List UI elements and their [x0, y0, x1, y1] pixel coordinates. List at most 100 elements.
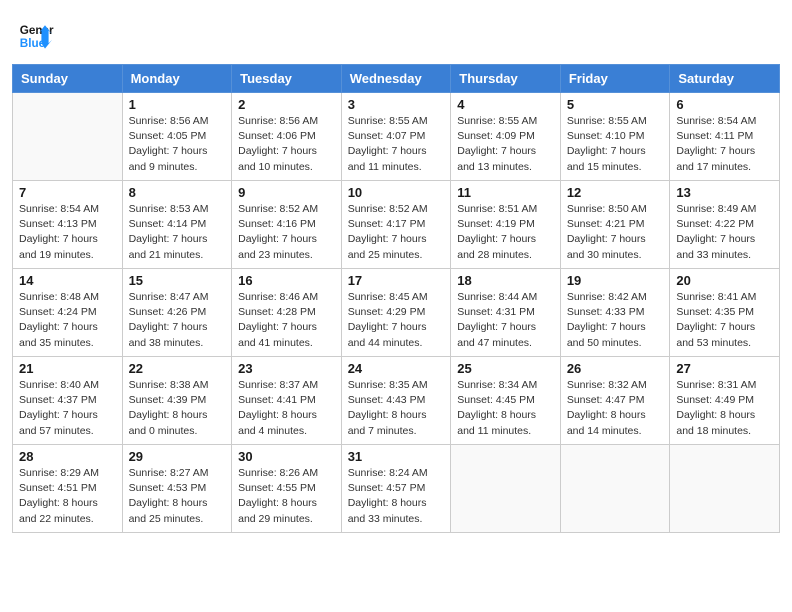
- day-info: Sunrise: 8:29 AMSunset: 4:51 PMDaylight:…: [19, 466, 116, 527]
- day-info: Sunrise: 8:31 AMSunset: 4:49 PMDaylight:…: [676, 378, 773, 439]
- day-info: Sunrise: 8:56 AMSunset: 4:06 PMDaylight:…: [238, 114, 335, 175]
- column-header-saturday: Saturday: [670, 65, 780, 93]
- day-info: Sunrise: 8:34 AMSunset: 4:45 PMDaylight:…: [457, 378, 554, 439]
- day-number: 2: [238, 97, 335, 112]
- day-number: 11: [457, 185, 554, 200]
- day-info: Sunrise: 8:54 AMSunset: 4:13 PMDaylight:…: [19, 202, 116, 263]
- day-number: 30: [238, 449, 335, 464]
- calendar-day-cell: 18 Sunrise: 8:44 AMSunset: 4:31 PMDayligh…: [451, 269, 561, 357]
- calendar-empty-cell: [13, 93, 123, 181]
- page-header: General Blue: [0, 0, 792, 64]
- day-number: 25: [457, 361, 554, 376]
- day-number: 17: [348, 273, 445, 288]
- day-number: 28: [19, 449, 116, 464]
- day-info: Sunrise: 8:37 AMSunset: 4:41 PMDaylight:…: [238, 378, 335, 439]
- day-info: Sunrise: 8:55 AMSunset: 4:07 PMDaylight:…: [348, 114, 445, 175]
- calendar-day-cell: 16Sunrise: 8:46 AMSunset: 4:28 PMDayligh…: [232, 269, 342, 357]
- day-number: 14: [19, 273, 116, 288]
- day-number: 1: [129, 97, 226, 112]
- day-info: Sunrise: 8:24 AMSunset: 4:57 PMDaylight:…: [348, 466, 445, 527]
- day-info: Sunrise: 8:55 AMSunset: 4:09 PMDaylight:…: [457, 114, 554, 175]
- calendar-day-cell: 23 Sunrise: 8:37 AMSunset: 4:41 PMDayligh…: [232, 357, 342, 445]
- day-info: Sunrise: 8:41 AMSunset: 4:35 PMDaylight:…: [676, 290, 773, 351]
- day-info: Sunrise: 8:51 AMSunset: 4:19 PMDaylight:…: [457, 202, 554, 263]
- day-number: 31: [348, 449, 445, 464]
- day-number: 5: [567, 97, 664, 112]
- calendar-day-cell: 4 Sunrise: 8:55 AMSunset: 4:09 PMDaylight…: [451, 93, 561, 181]
- column-header-wednesday: Wednesday: [341, 65, 451, 93]
- calendar-day-cell: 19 Sunrise: 8:42 AMSunset: 4:33 PMDayligh…: [560, 269, 670, 357]
- day-number: 26: [567, 361, 664, 376]
- calendar-day-cell: 6Sunrise: 8:54 AMSunset: 4:11 PMDaylight…: [670, 93, 780, 181]
- day-number: 12: [567, 185, 664, 200]
- calendar-day-cell: 15 Sunrise: 8:47 AMSunset: 4:26 PMDayligh…: [122, 269, 232, 357]
- calendar-table: SundayMondayTuesdayWednesdayThursdayFrid…: [12, 64, 780, 533]
- calendar-day-cell: 21 Sunrise: 8:40 AMSunset: 4:37 PMDayligh…: [13, 357, 123, 445]
- calendar-day-cell: 11 Sunrise: 8:51 AMSunset: 4:19 PMDayligh…: [451, 181, 561, 269]
- day-number: 27: [676, 361, 773, 376]
- column-header-sunday: Sunday: [13, 65, 123, 93]
- calendar-day-cell: 10 Sunrise: 8:52 AMSunset: 4:17 PMDayligh…: [341, 181, 451, 269]
- calendar-header-row: SundayMondayTuesdayWednesdayThursdayFrid…: [13, 65, 780, 93]
- calendar-week-row: 1 Sunrise: 8:56 AMSunset: 4:05 PMDaylight…: [13, 93, 780, 181]
- day-number: 18: [457, 273, 554, 288]
- day-info: Sunrise: 8:52 AMSunset: 4:17 PMDaylight:…: [348, 202, 445, 263]
- day-info: Sunrise: 8:53 AMSunset: 4:14 PMDaylight:…: [129, 202, 226, 263]
- day-info: Sunrise: 8:42 AMSunset: 4:33 PMDaylight:…: [567, 290, 664, 351]
- day-number: 9: [238, 185, 335, 200]
- calendar-day-cell: 9 Sunrise: 8:52 AMSunset: 4:16 PMDaylight…: [232, 181, 342, 269]
- day-number: 13: [676, 185, 773, 200]
- day-number: 24: [348, 361, 445, 376]
- calendar-day-cell: 8 Sunrise: 8:53 AMSunset: 4:14 PMDaylight…: [122, 181, 232, 269]
- calendar-empty-cell: [451, 445, 561, 533]
- day-info: Sunrise: 8:40 AMSunset: 4:37 PMDaylight:…: [19, 378, 116, 439]
- day-number: 15: [129, 273, 226, 288]
- calendar-day-cell: 29 Sunrise: 8:27 AMSunset: 4:53 PMDayligh…: [122, 445, 232, 533]
- day-number: 21: [19, 361, 116, 376]
- day-info: Sunrise: 8:38 AMSunset: 4:39 PMDaylight:…: [129, 378, 226, 439]
- logo: General Blue: [18, 18, 54, 54]
- calendar-day-cell: 28 Sunrise: 8:29 AMSunset: 4:51 PMDayligh…: [13, 445, 123, 533]
- day-number: 19: [567, 273, 664, 288]
- day-info: Sunrise: 8:52 AMSunset: 4:16 PMDaylight:…: [238, 202, 335, 263]
- calendar-day-cell: 12 Sunrise: 8:50 AMSunset: 4:21 PMDayligh…: [560, 181, 670, 269]
- calendar-week-row: 14Sunrise: 8:48 AMSunset: 4:24 PMDayligh…: [13, 269, 780, 357]
- calendar-day-cell: 3 Sunrise: 8:55 AMSunset: 4:07 PMDaylight…: [341, 93, 451, 181]
- calendar-day-cell: 1 Sunrise: 8:56 AMSunset: 4:05 PMDaylight…: [122, 93, 232, 181]
- day-info: Sunrise: 8:35 AMSunset: 4:43 PMDaylight:…: [348, 378, 445, 439]
- day-number: 10: [348, 185, 445, 200]
- logo-icon: General Blue: [18, 18, 54, 54]
- column-header-monday: Monday: [122, 65, 232, 93]
- day-info: Sunrise: 8:27 AMSunset: 4:53 PMDaylight:…: [129, 466, 226, 527]
- day-number: 29: [129, 449, 226, 464]
- day-number: 20: [676, 273, 773, 288]
- day-info: Sunrise: 8:56 AMSunset: 4:05 PMDaylight:…: [129, 114, 226, 175]
- day-number: 22: [129, 361, 226, 376]
- calendar-day-cell: 14Sunrise: 8:48 AMSunset: 4:24 PMDayligh…: [13, 269, 123, 357]
- day-info: Sunrise: 8:50 AMSunset: 4:21 PMDaylight:…: [567, 202, 664, 263]
- calendar-day-cell: 17Sunrise: 8:45 AMSunset: 4:29 PMDayligh…: [341, 269, 451, 357]
- column-header-thursday: Thursday: [451, 65, 561, 93]
- calendar-day-cell: 30 Sunrise: 8:26 AMSunset: 4:55 PMDayligh…: [232, 445, 342, 533]
- calendar-day-cell: 13 Sunrise: 8:49 AMSunset: 4:22 PMDayligh…: [670, 181, 780, 269]
- calendar-day-cell: 22 Sunrise: 8:38 AMSunset: 4:39 PMDayligh…: [122, 357, 232, 445]
- day-info: Sunrise: 8:55 AMSunset: 4:10 PMDaylight:…: [567, 114, 664, 175]
- calendar-day-cell: 27 Sunrise: 8:31 AMSunset: 4:49 PMDayligh…: [670, 357, 780, 445]
- calendar-week-row: 21 Sunrise: 8:40 AMSunset: 4:37 PMDayligh…: [13, 357, 780, 445]
- calendar-empty-cell: [560, 445, 670, 533]
- day-number: 3: [348, 97, 445, 112]
- day-info: Sunrise: 8:44 AMSunset: 4:31 PMDaylight:…: [457, 290, 554, 351]
- day-number: 8: [129, 185, 226, 200]
- day-info: Sunrise: 8:47 AMSunset: 4:26 PMDaylight:…: [129, 290, 226, 351]
- day-number: 23: [238, 361, 335, 376]
- day-info: Sunrise: 8:46 AMSunset: 4:28 PMDaylight:…: [238, 290, 335, 351]
- day-number: 7: [19, 185, 116, 200]
- day-info: Sunrise: 8:26 AMSunset: 4:55 PMDaylight:…: [238, 466, 335, 527]
- column-header-tuesday: Tuesday: [232, 65, 342, 93]
- day-number: 4: [457, 97, 554, 112]
- calendar-week-row: 7 Sunrise: 8:54 AMSunset: 4:13 PMDaylight…: [13, 181, 780, 269]
- day-number: 6: [676, 97, 773, 112]
- calendar-empty-cell: [670, 445, 780, 533]
- day-info: Sunrise: 8:49 AMSunset: 4:22 PMDaylight:…: [676, 202, 773, 263]
- calendar-day-cell: 25 Sunrise: 8:34 AMSunset: 4:45 PMDayligh…: [451, 357, 561, 445]
